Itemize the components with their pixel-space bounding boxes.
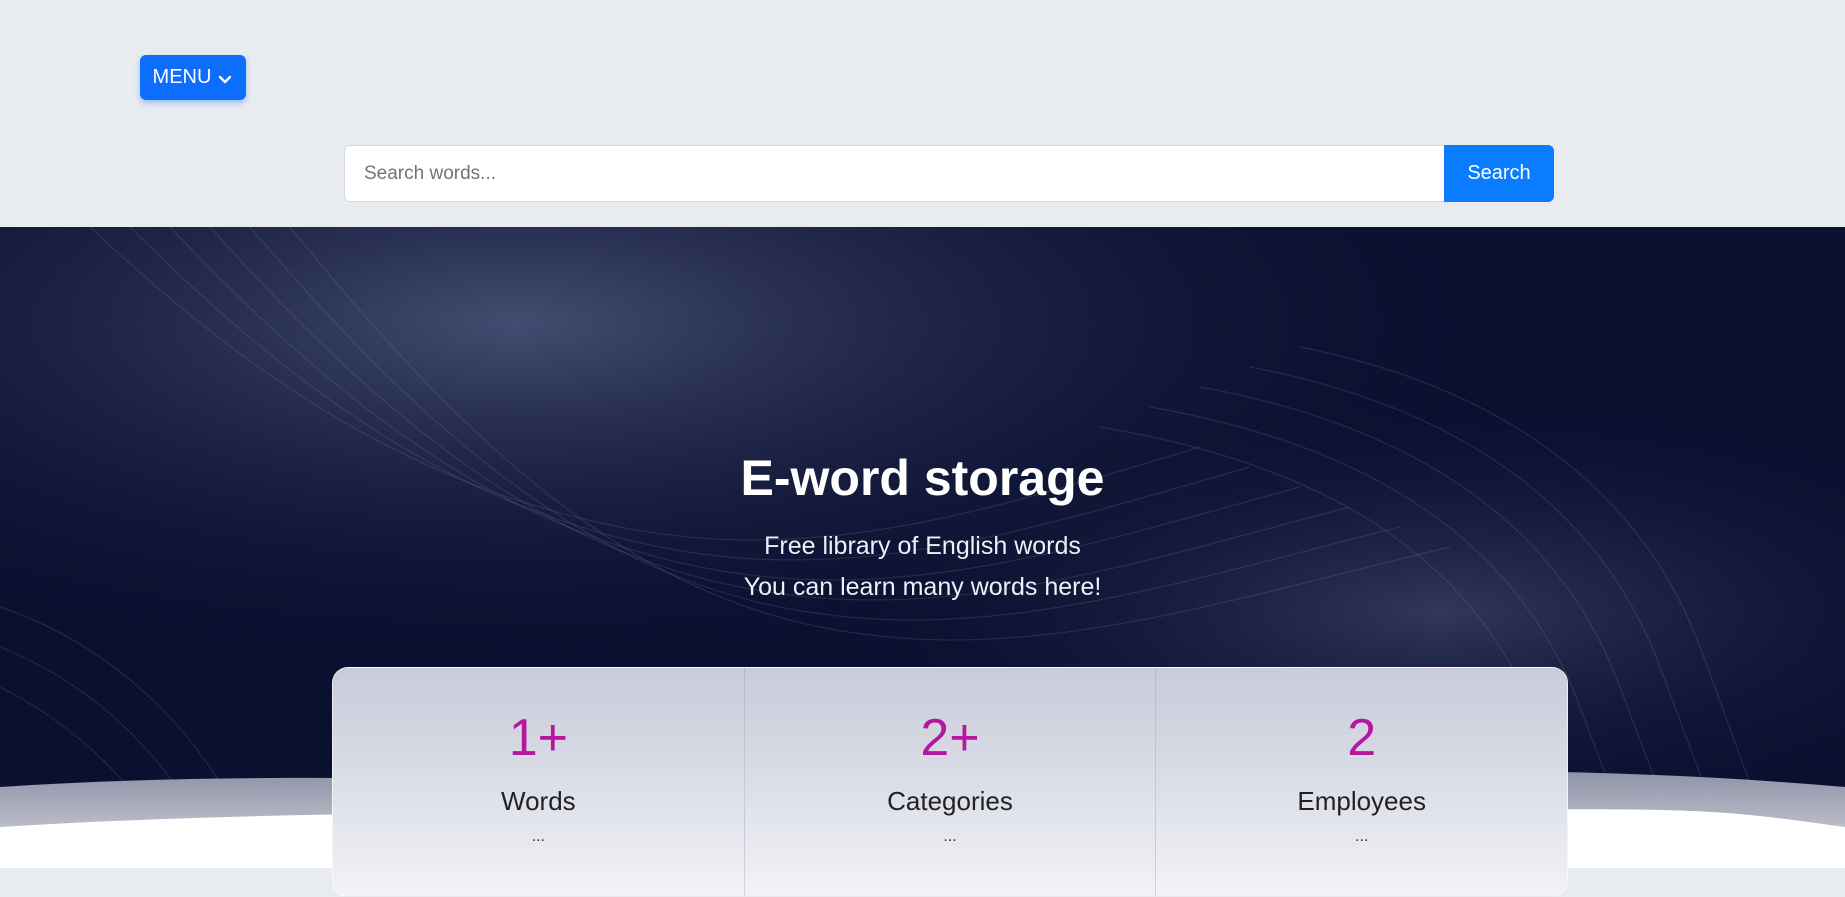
hero-subtitle-line-1: Free library of English words [764,532,1081,560]
chevron-down-icon [217,70,233,86]
stat-label: Words [501,786,576,816]
menu-button[interactable]: MENU [140,55,246,100]
stat-description: ... [943,828,957,845]
hero-subtitle-line-2: You can learn many words here! [743,573,1102,601]
search-button[interactable]: Search [1444,145,1554,202]
stat-description: ... [531,828,545,845]
stat-value: 2+ [920,709,980,767]
stat-label: Categories [887,786,1013,816]
search-input[interactable] [344,145,1444,202]
stat-words: 1+ Words ... [333,668,744,896]
stat-employees: 2 Employees ... [1155,668,1567,896]
stat-value: 1+ [508,709,568,767]
hero-title: E-word storage [740,450,1105,506]
stats-card: 1+ Words ... 2+ Categories ... 2 Employe… [332,667,1568,897]
stat-description: ... [1355,828,1369,845]
stat-categories: 2+ Categories ... [743,668,1156,896]
stat-value: 2 [1347,709,1377,767]
menu-button-label: MENU [152,66,212,88]
top-bar: MENU Search [0,0,1845,227]
search-bar: Search [344,145,1554,202]
stat-label: Employees [1297,786,1426,816]
